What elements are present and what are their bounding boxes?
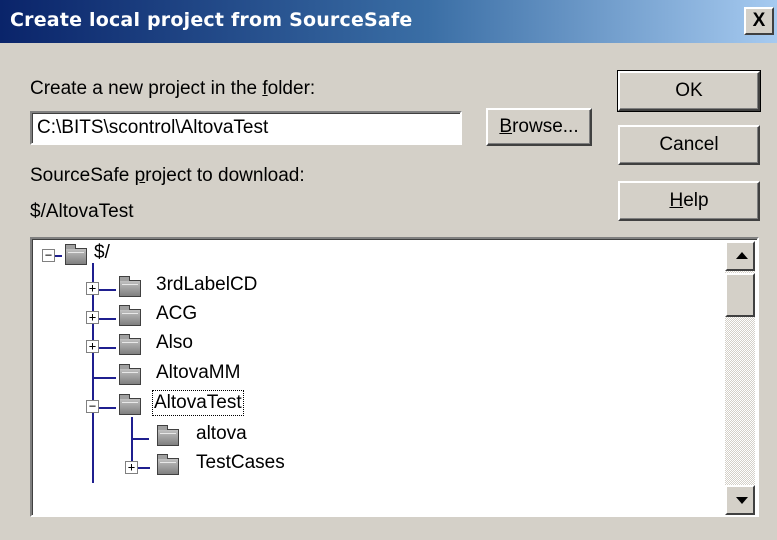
- open-folder-icon: [119, 394, 141, 415]
- expand-icon[interactable]: +: [125, 461, 138, 474]
- project-label-post: roject to download:: [145, 165, 305, 186]
- tree-connector: [54, 255, 62, 257]
- scroll-up-button[interactable]: [725, 241, 755, 271]
- collapse-icon[interactable]: −: [86, 400, 99, 413]
- project-label: SourceSafe project to download:: [30, 165, 305, 187]
- project-tree[interactable]: − $/ + 3rdLabelCD + ACG + Also AltovaMM …: [30, 237, 759, 517]
- browse-button[interactable]: Browse...: [486, 108, 592, 146]
- help-label: elp: [683, 190, 709, 211]
- folder-icon: [119, 364, 141, 385]
- window-title: Create local project from SourceSafe: [10, 9, 413, 31]
- folder-label: Create a new project in the folder:: [30, 78, 315, 100]
- help-hotkey: H: [669, 190, 684, 211]
- project-label-hotkey: p: [134, 165, 146, 186]
- tree-item-label: 3rdLabelCD: [156, 274, 258, 295]
- project-path: $/AltovaTest: [30, 201, 134, 222]
- tree-item-label: AltovaMM: [156, 362, 241, 383]
- folder-icon: [119, 305, 141, 326]
- folder-label-post: older:: [267, 78, 316, 99]
- cancel-button[interactable]: Cancel: [618, 125, 760, 165]
- tree-item-label: altova: [196, 423, 247, 444]
- folder-icon: [119, 334, 141, 355]
- expand-icon[interactable]: +: [86, 282, 99, 295]
- folder-icon: [157, 454, 179, 475]
- tree-connector: [98, 318, 116, 320]
- scroll-down-button[interactable]: [725, 485, 755, 515]
- folder-icon: [157, 425, 179, 446]
- tree-connector: [92, 377, 116, 379]
- tree-connector: [98, 347, 116, 349]
- folder-icon: [65, 244, 87, 265]
- tree-item-label: Also: [156, 332, 193, 353]
- tree-connector: [138, 467, 150, 469]
- arrow-down-icon: [736, 497, 748, 504]
- tree-connector: [92, 263, 94, 483]
- tree-connector: [98, 289, 116, 291]
- arrow-up-icon: [736, 252, 748, 259]
- folder-icon: [119, 276, 141, 297]
- title-bar: Create local project from SourceSafe X: [0, 0, 777, 43]
- folder-label-pre: Create a new project in the: [30, 78, 263, 99]
- tree-item-label: $/: [94, 242, 110, 263]
- tree-connector: [131, 438, 149, 440]
- browse-label: rowse...: [512, 116, 579, 137]
- ok-button[interactable]: OK: [617, 70, 761, 112]
- tree-item-label: AltovaTest: [152, 390, 244, 416]
- expand-icon[interactable]: +: [86, 340, 99, 353]
- cancel-label: Cancel: [659, 134, 719, 155]
- scroll-thumb[interactable]: [725, 273, 755, 317]
- collapse-icon[interactable]: −: [42, 249, 55, 262]
- tree-item-label: TestCases: [196, 452, 285, 473]
- browse-hotkey: B: [499, 116, 513, 137]
- tree-connector: [98, 407, 116, 409]
- folder-path-input[interactable]: [30, 111, 462, 145]
- ok-label: OK: [675, 80, 703, 101]
- project-label-pre: SourceSafe: [30, 165, 135, 186]
- vertical-scrollbar[interactable]: [725, 241, 755, 515]
- tree-item-label: ACG: [156, 303, 198, 324]
- expand-icon[interactable]: +: [86, 311, 99, 324]
- close-icon: X: [752, 10, 766, 31]
- close-button[interactable]: X: [744, 7, 774, 35]
- help-button[interactable]: Help: [618, 181, 760, 221]
